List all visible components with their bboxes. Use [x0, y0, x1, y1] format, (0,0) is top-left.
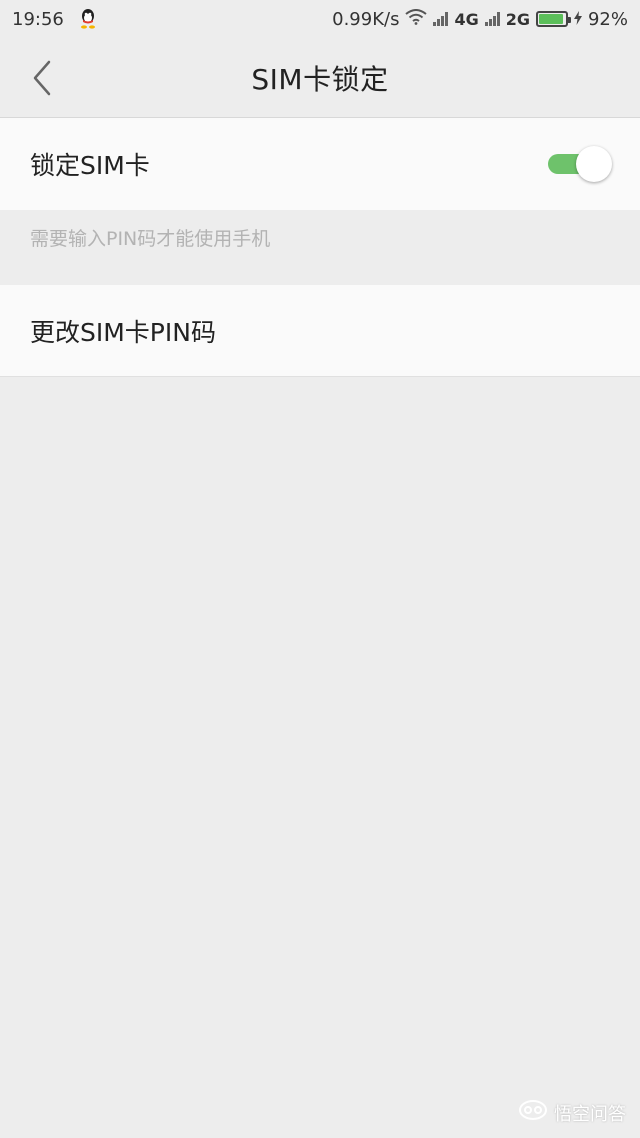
network-speed: 0.99K/s	[332, 8, 400, 30]
qq-icon	[78, 8, 98, 30]
page-title: SIM卡锁定	[251, 62, 389, 96]
network-type-2: 2G	[505, 9, 530, 29]
battery-fill	[538, 14, 563, 24]
battery-icon	[535, 11, 571, 27]
watermark-text: 悟空问答	[554, 1103, 626, 1125]
charging-icon	[573, 9, 582, 30]
wukong-logo-icon	[518, 1099, 548, 1126]
lock-sim-hint: 需要输入PIN码才能使用手机	[30, 228, 271, 250]
lock-sim-label: 锁定SIM卡	[30, 151, 150, 180]
status-left: 19:56	[12, 8, 98, 30]
network-type-1: 4G	[454, 9, 479, 29]
change-pin-row[interactable]: 更改SIM卡PIN码	[0, 285, 640, 377]
watermark: 悟空问答	[518, 1099, 626, 1126]
app-bar: SIM卡锁定	[0, 38, 640, 118]
status-time: 19:56	[12, 8, 64, 30]
battery-percent: 92%	[587, 8, 628, 30]
lock-sim-hint-area: 需要输入PIN码才能使用手机	[0, 210, 640, 285]
chevron-left-icon	[33, 60, 51, 96]
signal-icon-2	[484, 12, 500, 26]
lock-sim-toggle[interactable]	[548, 146, 612, 182]
signal-icon	[433, 12, 449, 26]
wifi-icon	[405, 8, 428, 30]
change-pin-label: 更改SIM卡PIN码	[30, 317, 216, 347]
lock-sim-row[interactable]: 锁定SIM卡	[0, 118, 640, 210]
status-right: 0.99K/s 4G 2G 92%	[332, 9, 628, 30]
toggle-knob	[576, 146, 612, 182]
back-button[interactable]	[22, 58, 62, 98]
status-bar: 19:56 0.99K/s 4G 2G 92%	[0, 0, 640, 38]
